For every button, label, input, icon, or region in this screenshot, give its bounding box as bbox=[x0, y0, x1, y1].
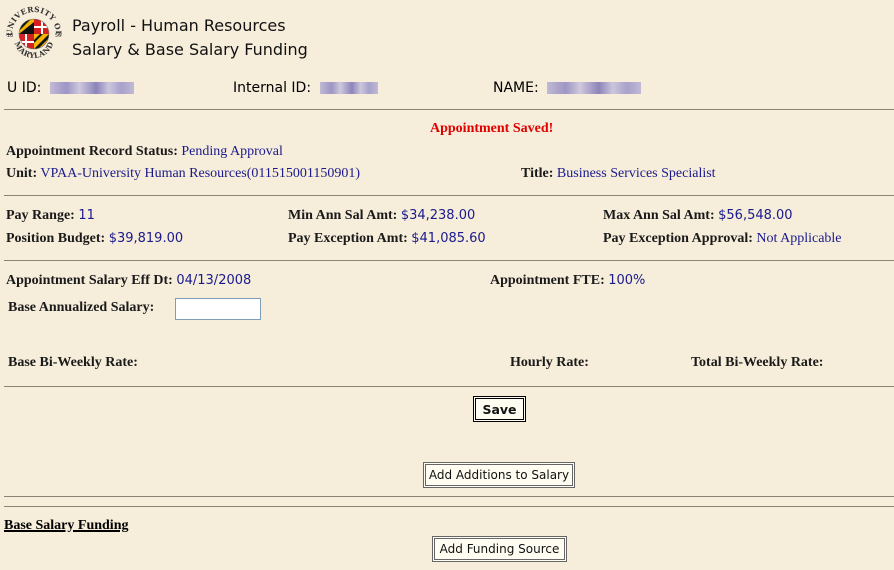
svg-text:56: 56 bbox=[55, 33, 61, 39]
salary-eff-dt-field: Appointment Salary Eff Dt: 04/13/2008 bbox=[6, 273, 251, 289]
appointment-fte-field: Appointment FTE: 100% bbox=[490, 273, 645, 289]
base-biweekly-rate-label: Base Bi-Weekly Rate: bbox=[8, 355, 138, 370]
base-annualized-salary-label: Base Annualized Salary: bbox=[8, 300, 155, 315]
pay-range-field: Pay Range: 11 bbox=[6, 208, 95, 224]
record-status-field: Appointment Record Status: Pending Appro… bbox=[6, 144, 283, 160]
position-budget-value: $39,819.00 bbox=[108, 231, 184, 246]
unit-label: Unit: bbox=[6, 166, 38, 181]
title-label: Title: bbox=[521, 166, 554, 181]
max-ann-sal-label: Max Ann Sal Amt: bbox=[603, 208, 715, 223]
record-status-label: Appointment Record Status: bbox=[6, 144, 178, 159]
save-button[interactable]: Save bbox=[473, 396, 526, 422]
name-field: NAME: bbox=[493, 80, 642, 96]
position-budget-field: Position Budget: $39,819.00 bbox=[6, 231, 183, 247]
unit-value: VPAA-University Human Resources(01151500… bbox=[40, 166, 361, 181]
appointment-fte-label: Appointment FTE: bbox=[490, 273, 605, 288]
university-logo: UNIVERSITY OF MARYLAND 18 56 bbox=[4, 4, 64, 64]
name-value-redacted bbox=[547, 82, 642, 94]
base-annualized-salary-input[interactable] bbox=[175, 298, 261, 320]
add-funding-source-button[interactable]: Add Funding Source bbox=[432, 536, 567, 562]
page-subtitle: Salary & Base Salary Funding bbox=[72, 40, 308, 59]
divider bbox=[4, 506, 894, 507]
salary-eff-dt-value: 04/13/2008 bbox=[176, 273, 252, 288]
internal-id-value-redacted bbox=[319, 82, 378, 94]
add-additions-to-salary-button[interactable]: Add Additions to Salary bbox=[423, 462, 575, 488]
hourly-rate-label: Hourly Rate: bbox=[510, 355, 589, 370]
name-label: NAME: bbox=[493, 80, 539, 96]
pay-exception-approval-label: Pay Exception Approval: bbox=[603, 231, 753, 246]
uid-value-redacted bbox=[49, 82, 134, 94]
pay-exception-approval-value: Not Applicable bbox=[756, 231, 842, 246]
max-ann-sal-value: $56,548.00 bbox=[718, 208, 793, 223]
unit-field: Unit: VPAA-University Human Resources(01… bbox=[6, 166, 360, 182]
salary-eff-dt-label: Appointment Salary Eff Dt: bbox=[6, 273, 173, 288]
pay-exception-amt-label: Pay Exception Amt: bbox=[288, 231, 408, 246]
divider bbox=[4, 109, 894, 110]
min-ann-sal-value: $34,238.00 bbox=[400, 208, 476, 223]
position-budget-label: Position Budget: bbox=[6, 231, 106, 246]
divider bbox=[4, 386, 894, 387]
title-value: Business Services Specialist bbox=[556, 166, 716, 181]
pay-range-label: Pay Range: bbox=[6, 208, 75, 223]
app-title: Payroll - Human Resources bbox=[72, 16, 286, 35]
min-ann-sal-label: Min Ann Sal Amt: bbox=[288, 208, 398, 223]
max-ann-sal-field: Max Ann Sal Amt: $56,548.00 bbox=[603, 208, 793, 224]
min-ann-sal-field: Min Ann Sal Amt: $34,238.00 bbox=[288, 208, 475, 224]
record-status-value: Pending Approval bbox=[181, 144, 283, 159]
uid-field: U ID: bbox=[7, 80, 134, 96]
svg-text:18: 18 bbox=[7, 33, 13, 39]
pay-exception-approval-field: Pay Exception Approval: Not Applicable bbox=[603, 231, 842, 247]
uid-label: U ID: bbox=[7, 80, 42, 96]
pay-exception-amt-field: Pay Exception Amt: $41,085.60 bbox=[288, 231, 486, 247]
appointment-fte-value: 100% bbox=[608, 273, 646, 288]
pay-range-value: 11 bbox=[78, 208, 95, 223]
internal-id-field: Internal ID: bbox=[233, 80, 378, 96]
pay-exception-amt-value: $41,085.60 bbox=[411, 231, 486, 246]
title-field: Title: Business Services Specialist bbox=[521, 166, 716, 182]
internal-id-label: Internal ID: bbox=[233, 80, 312, 96]
total-biweekly-rate-label: Total Bi-Weekly Rate: bbox=[691, 355, 824, 370]
divider bbox=[4, 260, 894, 261]
divider bbox=[4, 496, 894, 497]
maryland-seal-icon: UNIVERSITY OF MARYLAND 18 56 bbox=[5, 5, 63, 60]
base-salary-funding-heading: Base Salary Funding bbox=[4, 518, 129, 533]
save-confirmation-message: Appointment Saved! bbox=[430, 121, 554, 136]
divider bbox=[4, 195, 894, 196]
